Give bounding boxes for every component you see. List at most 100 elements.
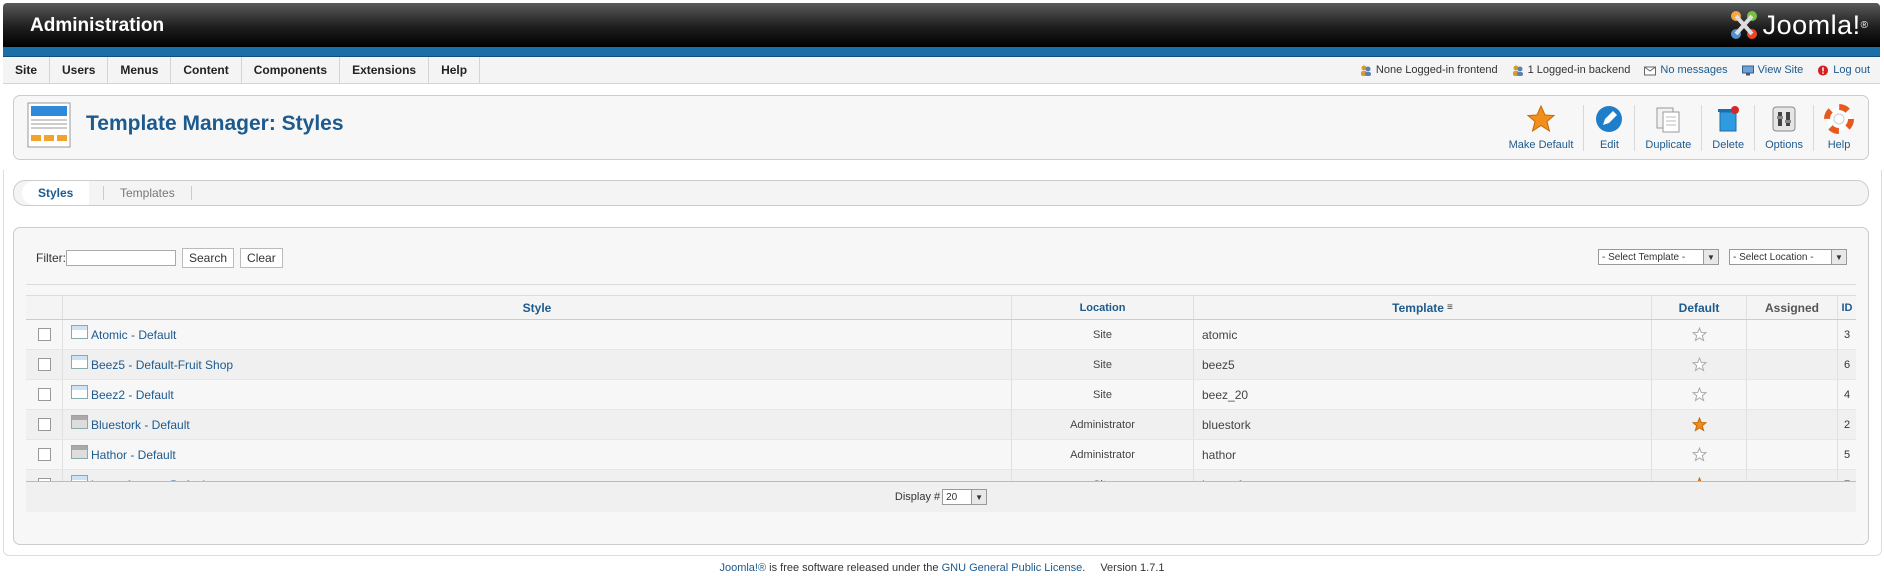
menu-extensions[interactable]: Extensions [340,57,430,83]
status-view-site[interactable]: View Site [1741,64,1804,76]
table-row: Beez5 - Default-Fruit Shop Site beez5 6 [26,350,1856,380]
star-outline-icon[interactable] [1691,327,1707,342]
style-link[interactable]: Beez5 - Default-Fruit Shop [91,358,233,372]
clear-button[interactable]: Clear [240,248,283,268]
toolbar-divider [1583,105,1585,151]
joomla-link[interactable]: Joomla!® [719,562,766,574]
toolbar-box: Template Manager: Styles Make Default Ed… [13,95,1869,160]
logout-icon [1818,64,1829,76]
make-default-button[interactable]: Make Default [1501,101,1582,155]
table-row: Beez2 - Default Site beez_20 4 [26,380,1856,410]
row-checkbox[interactable] [37,388,51,401]
menu-content[interactable]: Content [171,57,242,83]
header-style[interactable]: Style [63,296,1012,319]
menu-components[interactable]: Components [242,57,341,83]
styles-table: Style Location Template ≡ Default Assigne… [26,295,1856,500]
style-link[interactable]: Atomic - Default [91,328,176,342]
assigned-cell [1747,320,1838,349]
header-template[interactable]: Template ≡ [1194,296,1652,319]
location-cell: Site [1012,380,1194,409]
version-text: Version 1.7.1 [1100,562,1165,574]
default-cell [1652,350,1747,379]
style-link[interactable]: Beez2 - Default [91,388,174,402]
location-cell: Administrator [1012,440,1194,469]
header-location[interactable]: Location [1012,296,1194,319]
gpl-link[interactable]: GNU General Public License [942,562,1083,574]
chevron-down-icon: ▼ [1831,250,1846,264]
toolbar-divider [1813,105,1814,151]
chevron-down-icon: ▼ [1703,250,1718,264]
template-cell: bluestork [1194,410,1652,439]
filter-input[interactable] [66,250,176,266]
duplicate-label: Duplicate [1645,139,1692,151]
style-cell: Beez2 - Default [63,380,1012,409]
status-frontend: None Logged-in frontend [1360,64,1498,76]
status-backend: 1 Logged-in backend [1512,64,1630,76]
menu-site[interactable]: Site [3,57,51,83]
edit-button[interactable]: Edit [1586,101,1632,155]
menu-menus[interactable]: Menus [108,57,172,83]
id-cell: 2 [1843,418,1851,431]
help-label: Help [1827,139,1851,151]
select-location[interactable]: - Select Location - ▼ [1729,249,1847,265]
row-checkbox[interactable] [37,328,51,341]
options-button[interactable]: Options [1757,101,1811,155]
assigned-cell [1747,350,1838,379]
assigned-cell [1747,410,1838,439]
id-cell: 3 [1843,328,1851,341]
toolbar-divider [1754,105,1756,151]
select-template-value: - Select Template - [1602,251,1686,263]
menu-help[interactable]: Help [429,57,481,83]
star-icon [1526,104,1556,133]
table-row: Atomic - Default Site atomic 3 [26,320,1856,350]
delete-button[interactable]: Delete [1704,101,1752,155]
default-cell [1652,440,1747,469]
template-manager-icon [27,102,71,148]
status-logout[interactable]: Log out [1817,64,1870,76]
style-link[interactable]: Hathor - Default [91,448,176,462]
star-outline-icon[interactable] [1691,357,1707,372]
trash-icon [1718,106,1740,132]
joomla-logo: Joomla! ® [1727,9,1868,41]
pagination-footer: Display # 20 ▼ [26,481,1856,512]
select-template[interactable]: - Select Template - ▼ [1598,249,1719,265]
main-panel: Filter: Search Clear - Select Template -… [13,227,1869,545]
row-checkbox[interactable] [37,418,51,431]
row-checkbox-cell [26,350,63,379]
view-site-link[interactable]: View Site [1758,64,1804,76]
menu-users[interactable]: Users [50,57,109,83]
row-checkbox-cell [26,410,63,439]
row-checkbox[interactable] [37,358,51,371]
logout-link[interactable]: Log out [1833,64,1870,76]
chevron-down-icon: ▼ [971,490,987,504]
row-checkbox[interactable] [37,448,51,461]
table-header: Style Location Template ≡ Default Assigne… [26,295,1856,320]
display-limit-value: 20 [946,491,958,503]
template-cell: beez_20 [1194,380,1652,409]
display-limit-select[interactable]: 20 ▼ [942,489,988,505]
envelope-icon [1644,66,1657,75]
duplicate-button[interactable]: Duplicate [1637,101,1699,155]
style-link[interactable]: Bluestork - Default [91,418,190,432]
row-checkbox-cell [26,440,63,469]
filter-bar: Filter: Search Clear [36,248,289,268]
header-id[interactable]: ID [1838,296,1856,319]
template-cell: hathor [1194,440,1652,469]
select-location-value: - Select Location - [1733,251,1814,263]
star-outline-icon[interactable] [1691,387,1707,402]
id-cell: 5 [1843,448,1851,461]
help-button[interactable]: Help [1816,101,1862,155]
search-button[interactable]: Search [182,248,235,268]
footer-period: . [1082,562,1086,574]
joomla-registered-mark: ® [1860,19,1868,31]
status-messages[interactable]: No messages [1644,64,1728,76]
main-menu: Site Users Menus Content Components Exte… [3,57,481,83]
header-default[interactable]: Default [1652,296,1747,319]
joomla-logo-icon [1730,11,1757,39]
style-cell: Bluestork - Default [63,410,1012,439]
messages-link[interactable]: No messages [1660,64,1727,76]
edit-label: Edit [1599,139,1619,151]
divider [26,284,1856,285]
star-outline-icon[interactable] [1691,447,1707,462]
id-cell: 4 [1843,388,1851,401]
